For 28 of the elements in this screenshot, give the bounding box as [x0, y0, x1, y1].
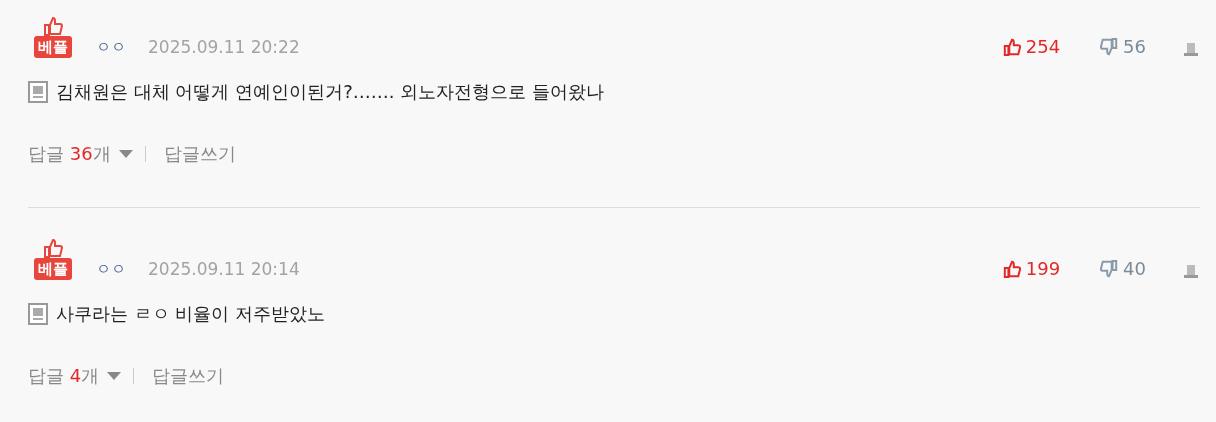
thumbs-up-icon [1002, 260, 1021, 278]
replies-toggle[interactable]: 답글 36개 [28, 142, 133, 166]
best-badge: 베플 [34, 258, 72, 280]
replies-toggle[interactable]: 답글 4개 [28, 364, 122, 388]
author-name: ㅇㅇ [96, 37, 126, 58]
thumbs-down-icon [1100, 38, 1119, 56]
document-icon [28, 81, 48, 103]
thumbs-down-icon [1100, 260, 1119, 278]
dislike-button[interactable]: 56 [1100, 36, 1146, 58]
caret-icon [107, 372, 122, 380]
write-reply-link[interactable]: 답글쓰기 [163, 142, 236, 166]
thumbs-up-icon [1002, 38, 1021, 56]
like-button[interactable]: 199 [1002, 258, 1061, 280]
write-reply-link[interactable]: 답글쓰기 [152, 364, 225, 388]
comment-text: 김채원은 대체 어떻게 연예인이된거?……. 외노자전형으로 들어왔나 [56, 80, 604, 104]
caret-icon [118, 150, 133, 158]
report-button[interactable] [1182, 40, 1200, 58]
author-name: ㅇㅇ [96, 259, 126, 280]
document-icon [28, 303, 48, 325]
like-button[interactable]: 254 [1002, 36, 1061, 58]
comment-date: 2025.09.11 20:22 [148, 36, 300, 58]
thumbs-up-icon [43, 16, 63, 36]
thumbs-up-icon [43, 238, 63, 258]
best-badge: 베플 [34, 36, 72, 58]
comment-text: 사쿠라는 ㄹㅇ 비율이 저주받았노 [56, 302, 326, 326]
comment-date: 2025.09.11 20:14 [148, 258, 300, 280]
dislike-button[interactable]: 40 [1100, 258, 1146, 280]
report-button[interactable] [1182, 262, 1200, 280]
